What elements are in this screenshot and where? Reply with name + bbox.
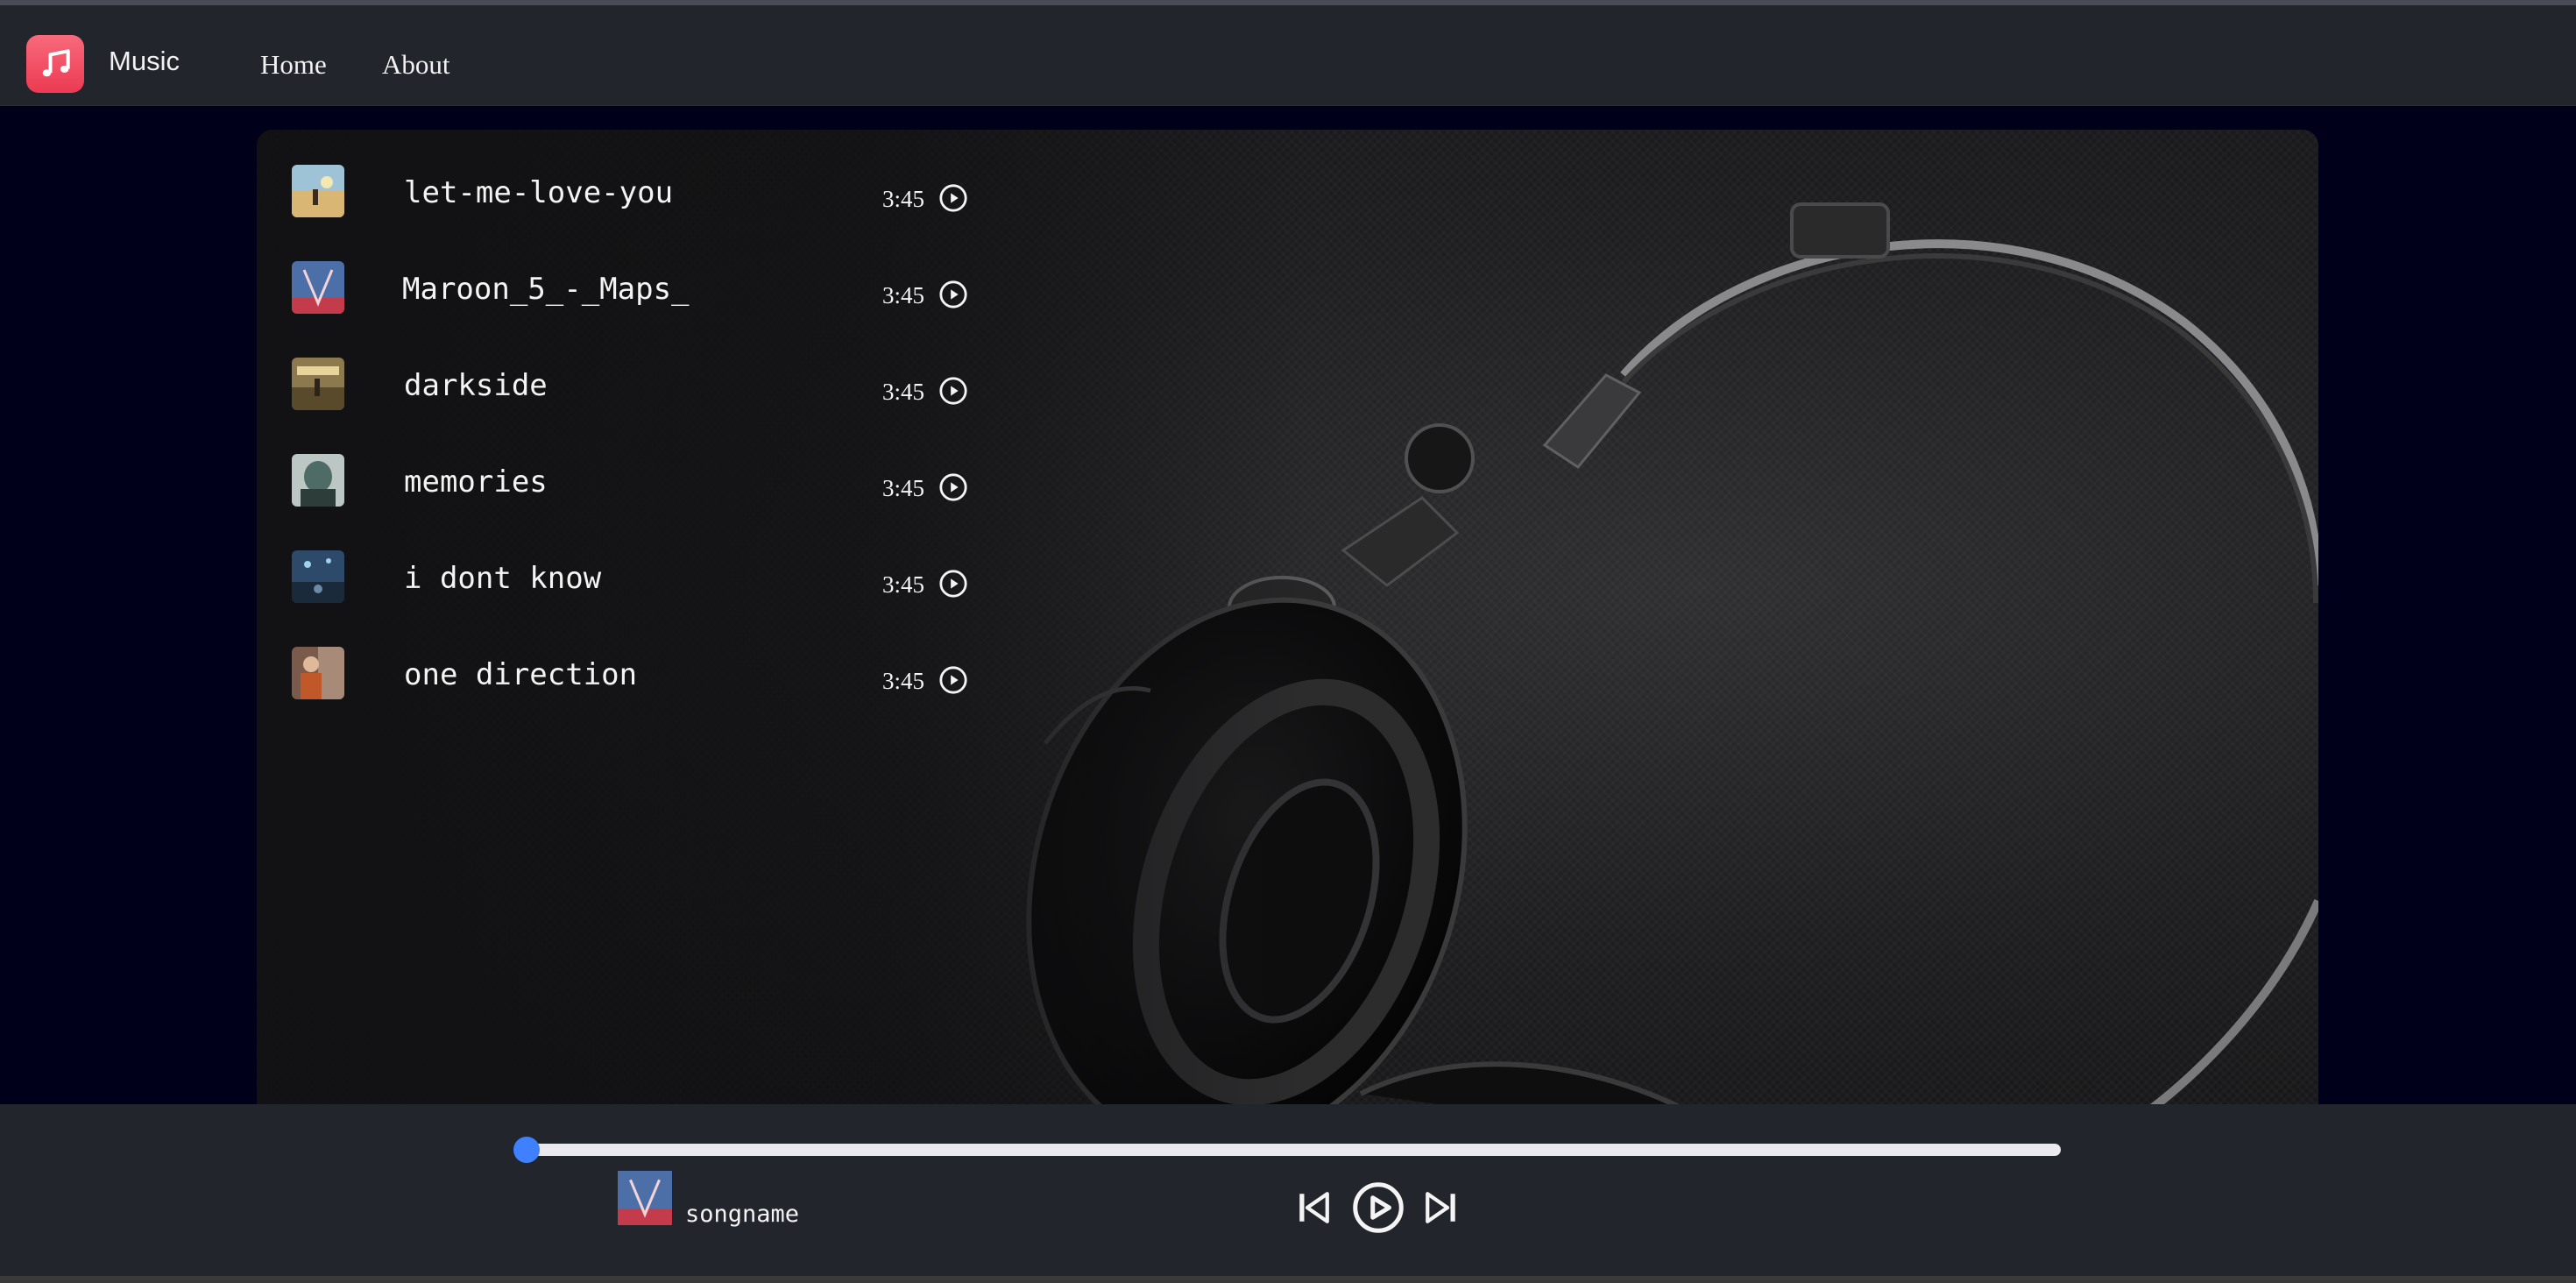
play-circle-icon[interactable] — [938, 280, 968, 309]
nav-link-about[interactable]: About — [382, 47, 450, 82]
song-item-i-dont-know[interactable]: i dont know 3:45 — [257, 515, 1264, 603]
song-item-darkside[interactable]: darkside 3:45 — [257, 323, 1264, 410]
play-icon[interactable] — [1352, 1181, 1405, 1234]
song-item-memories[interactable]: memories 3:45 — [257, 419, 1264, 507]
music-logo-icon[interactable] — [26, 35, 84, 93]
song-duration: 3:45 — [882, 379, 925, 405]
navbar: Music Home About — [0, 5, 2576, 106]
song-title: let-me-love-you — [404, 175, 674, 210]
song-panel: let-me-love-you 3:45 Maroon_5_-_Maps_ 3:… — [257, 130, 2318, 1146]
play-circle-icon[interactable] — [938, 665, 968, 695]
album-art — [292, 647, 344, 699]
album-art — [292, 165, 344, 217]
play-circle-icon[interactable] — [938, 183, 968, 213]
album-art — [292, 261, 344, 314]
nav-link-home[interactable]: Home — [260, 47, 327, 82]
seek-handle[interactable] — [513, 1137, 540, 1163]
song-list: let-me-love-you 3:45 Maroon_5_-_Maps_ 3:… — [257, 130, 1264, 1146]
now-playing-title: songname — [685, 1201, 800, 1228]
song-title: Maroon_5_-_Maps_ — [402, 272, 690, 307]
player-bar: songname — [0, 1104, 2576, 1279]
play-circle-icon[interactable] — [938, 569, 968, 599]
now-playing-album-art — [618, 1171, 672, 1225]
song-duration: 3:45 — [882, 475, 925, 501]
play-circle-icon[interactable] — [938, 376, 968, 406]
song-title: darkside — [404, 368, 548, 403]
song-item-maroon-5-maps[interactable]: Maroon_5_-_Maps_ 3:45 — [257, 226, 1264, 314]
album-art — [292, 454, 344, 507]
window-bottom-edge — [0, 1276, 2576, 1283]
app-title: Music — [109, 46, 180, 76]
skip-back-icon[interactable] — [1295, 1187, 1332, 1228]
song-duration: 3:45 — [882, 571, 925, 598]
song-item-one-direction[interactable]: one direction 3:45 — [257, 612, 1264, 699]
play-circle-icon[interactable] — [938, 472, 968, 502]
album-art — [292, 358, 344, 410]
song-item-let-me-love-you[interactable]: let-me-love-you 3:45 — [257, 130, 1264, 217]
skip-forward-icon[interactable] — [1423, 1187, 1460, 1228]
song-duration: 3:45 — [882, 282, 925, 308]
seek-bar[interactable] — [526, 1144, 2061, 1156]
music-note-icon — [42, 49, 70, 77]
song-duration: 3:45 — [882, 186, 925, 212]
song-title: i dont know — [404, 561, 602, 596]
song-title: memories — [404, 464, 548, 500]
song-duration: 3:45 — [882, 668, 925, 694]
song-title: one direction — [404, 657, 638, 692]
album-art — [292, 550, 344, 603]
